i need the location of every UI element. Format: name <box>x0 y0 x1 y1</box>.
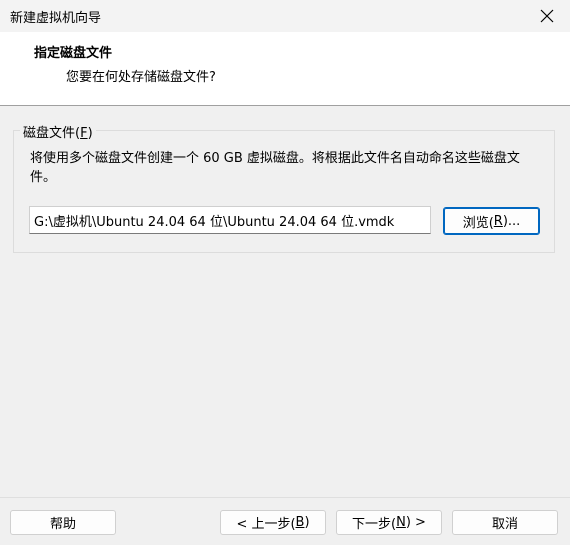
cancel-button[interactable]: 取消 <box>452 510 558 535</box>
close-icon <box>540 9 554 23</box>
help-button[interactable]: 帮助 <box>10 510 116 535</box>
browse-button[interactable]: 浏览(R)... <box>443 207 540 235</box>
disk-file-group-label: 磁盘文件(F) <box>20 122 96 141</box>
back-button[interactable]: < 上一步(B) <box>220 510 326 535</box>
close-button[interactable] <box>524 0 570 32</box>
footer-divider <box>0 497 570 498</box>
page-title: 指定磁盘文件 <box>34 46 113 61</box>
window-title: 新建虚拟机向导 <box>10 11 102 26</box>
title-bar: 新建虚拟机向导 <box>0 0 570 32</box>
disk-file-path-input[interactable] <box>29 206 431 234</box>
disk-file-description: 将使用多个磁盘文件创建一个 60 GB 虚拟磁盘。将根据此文件名自动命名这些磁盘… <box>30 151 520 185</box>
page-subtitle: 您要在何处存储磁盘文件? <box>66 70 216 85</box>
wizard-header: 指定磁盘文件 您要在何处存储磁盘文件? <box>0 32 570 106</box>
next-button[interactable]: 下一步(N) > <box>336 510 442 535</box>
